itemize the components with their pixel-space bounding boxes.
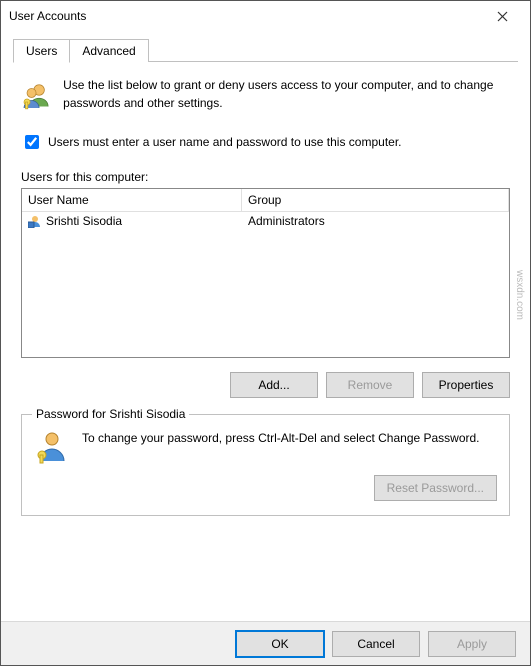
cancel-button[interactable]: Cancel xyxy=(332,631,420,657)
col-username[interactable]: User Name xyxy=(22,189,242,211)
intro-text: Use the list below to grant or deny user… xyxy=(63,76,510,116)
properties-button[interactable]: Properties xyxy=(422,372,510,398)
watermark: wsxdn.com xyxy=(514,270,525,320)
remove-button[interactable]: Remove xyxy=(326,372,414,398)
intro-row: Use the list below to grant or deny user… xyxy=(21,76,510,116)
dialog-footer: OK Cancel Apply xyxy=(1,621,530,665)
titlebar: User Accounts xyxy=(1,1,530,31)
tab-advanced[interactable]: Advanced xyxy=(69,39,148,62)
cell-username: Srishti Sisodia xyxy=(46,214,122,228)
password-legend: Password for Srishti Sisodia xyxy=(32,407,189,421)
require-password-checkbox[interactable] xyxy=(25,135,39,149)
user-icon xyxy=(28,214,42,228)
tab-strip: Users Advanced xyxy=(1,31,530,62)
add-button[interactable]: Add... xyxy=(230,372,318,398)
require-password-checkbox-row[interactable]: Users must enter a user name and passwor… xyxy=(21,132,510,152)
ok-button[interactable]: OK xyxy=(236,631,324,657)
close-button[interactable] xyxy=(482,2,522,30)
users-icon xyxy=(21,76,51,116)
cell-group: Administrators xyxy=(248,214,503,228)
column-headers: User Name Group xyxy=(22,189,509,212)
password-fieldset: Password for Srishti Sisodia To change y… xyxy=(21,414,510,516)
close-icon xyxy=(497,11,508,22)
users-list[interactable]: User Name Group Srishti Sisodia Administ… xyxy=(21,188,510,358)
require-password-label: Users must enter a user name and passwor… xyxy=(48,135,402,149)
apply-button[interactable]: Apply xyxy=(428,631,516,657)
list-button-row: Add... Remove Properties xyxy=(21,372,510,398)
table-row[interactable]: Srishti Sisodia Administrators xyxy=(22,212,509,230)
users-list-label: Users for this computer: xyxy=(21,170,510,184)
key-user-icon xyxy=(34,429,70,465)
password-text: To change your password, press Ctrl-Alt-… xyxy=(82,429,480,465)
reset-password-button[interactable]: Reset Password... xyxy=(374,475,497,501)
tab-users[interactable]: Users xyxy=(13,39,70,63)
tab-content: Use the list below to grant or deny user… xyxy=(1,62,530,621)
col-group[interactable]: Group xyxy=(242,189,509,211)
window-title: User Accounts xyxy=(9,9,86,23)
user-accounts-dialog: User Accounts Users Advanced Use the lis… xyxy=(0,0,531,666)
